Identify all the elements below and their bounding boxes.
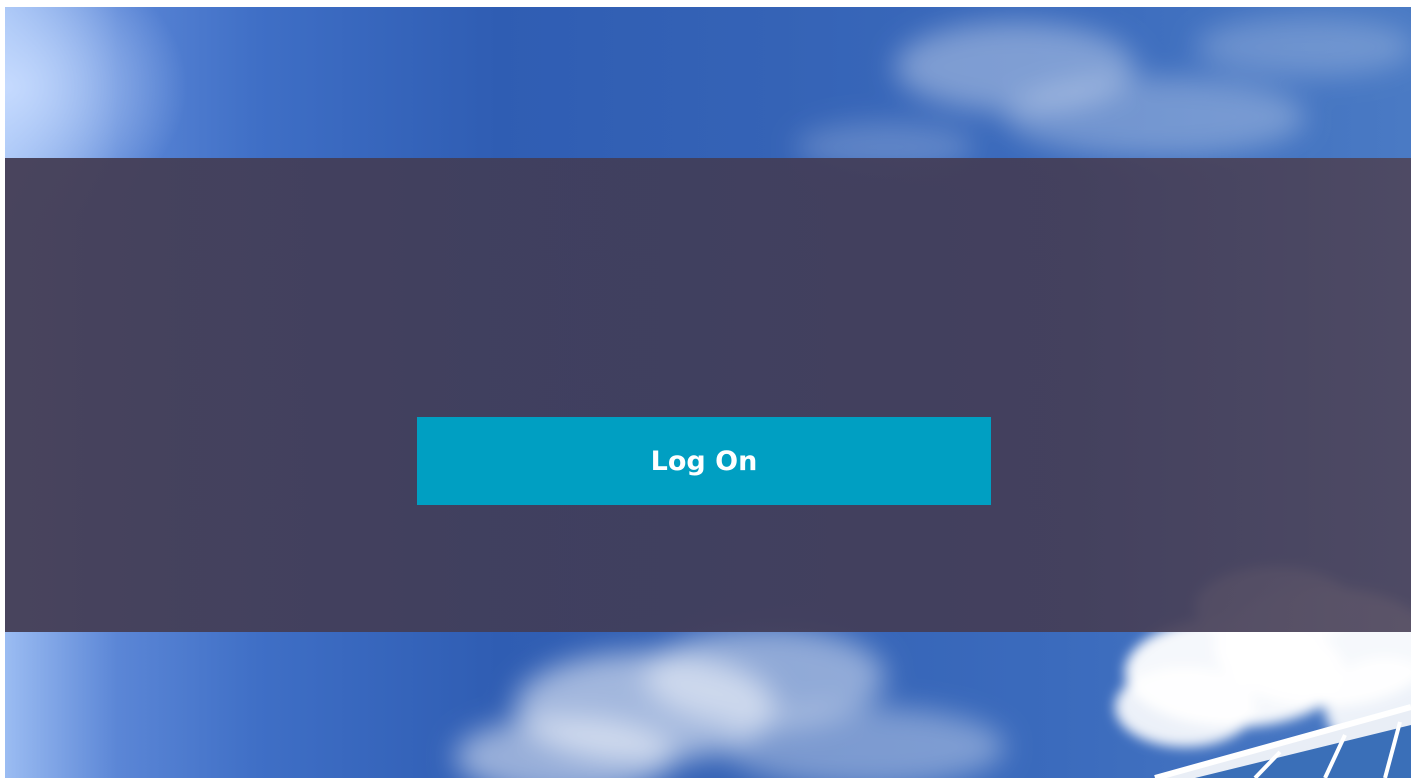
log-on-button[interactable]: Log On: [417, 417, 991, 505]
logoff-page: You have logged off successfully. Log On: [0, 0, 1419, 778]
logoff-panel: You have logged off successfully.: [5, 158, 1411, 632]
